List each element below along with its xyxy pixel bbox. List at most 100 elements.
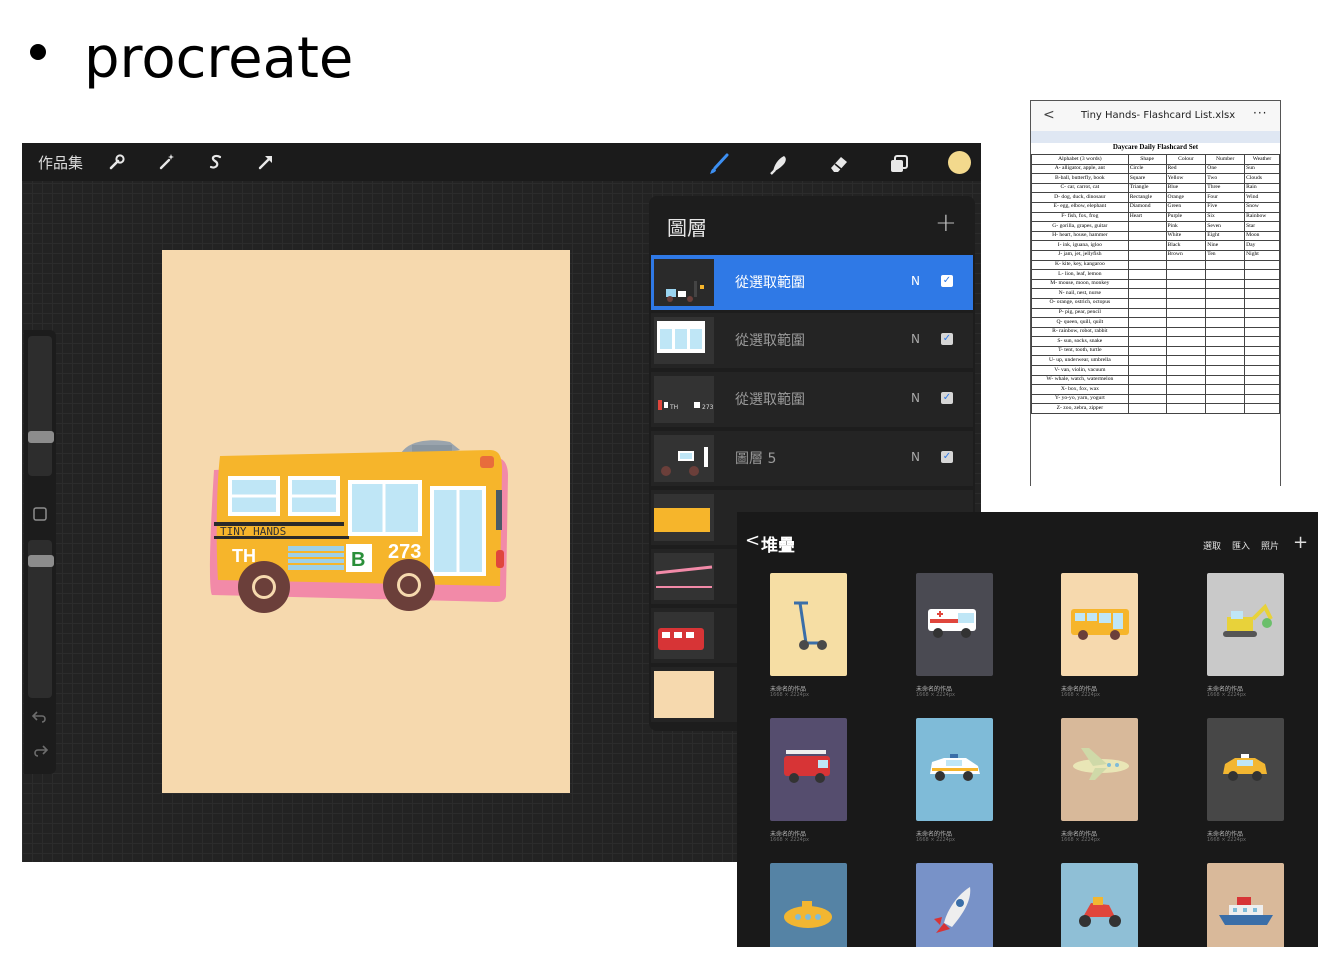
- artwork-thumbnail[interactable]: [1207, 573, 1284, 676]
- back-icon[interactable]: <: [745, 530, 760, 551]
- table-cell: [1244, 345, 1280, 357]
- layer-row[interactable]: TH 273 從選取範圍 N ✓: [651, 372, 973, 427]
- table-row: X- box, fox, wax: [1031, 384, 1280, 395]
- layer-visibility-checkbox[interactable]: ✓: [941, 392, 953, 404]
- layer-visibility-checkbox[interactable]: ✓: [941, 333, 953, 345]
- smudge-icon[interactable]: [768, 153, 788, 179]
- artwork-thumbnail[interactable]: [770, 718, 847, 821]
- layer-row[interactable]: 從選取範圍 N ✓: [651, 313, 973, 368]
- artwork-size: 1668 × 2224px: [916, 837, 955, 843]
- layer-thumbnail: TH 273: [654, 376, 714, 423]
- opacity-knob[interactable]: [28, 555, 54, 567]
- artwork-thumbnail[interactable]: [1061, 863, 1138, 947]
- color-swatch[interactable]: [948, 151, 971, 174]
- table-cell: [1205, 259, 1246, 271]
- layer-row[interactable]: 圖層 5 N ✓: [651, 431, 973, 486]
- table-cell: [1244, 336, 1280, 347]
- sheet-caption: Daycare Daily Flashcard Set: [1112, 143, 1199, 151]
- fire-truck-icon: [784, 750, 830, 783]
- table-cell: White: [1165, 230, 1207, 242]
- table-row: V- van, violin, vacuum: [1031, 365, 1280, 376]
- artwork-thumbnail[interactable]: [1061, 718, 1138, 821]
- table-cell: Five: [1205, 201, 1246, 213]
- table-cell: [1244, 288, 1280, 299]
- layers-icon[interactable]: [888, 153, 908, 179]
- select-button[interactable]: 選取: [1203, 539, 1221, 552]
- table-row: O- orange, ostrich, octopus: [1031, 297, 1280, 309]
- transform-arrow-icon[interactable]: [256, 153, 276, 175]
- table-cell: Blue: [1165, 182, 1207, 194]
- table-cell: K- kite, key, kangaroo: [1031, 259, 1129, 271]
- table-cell: Yellow: [1165, 173, 1207, 184]
- bus-illustration: TINY HANDS TH B 273: [209, 440, 508, 613]
- artwork-thumbnail[interactable]: [770, 863, 847, 947]
- table-cell: I- ink, iguana, igloo: [1031, 240, 1129, 251]
- modify-square-button[interactable]: [24, 506, 56, 526]
- selection-icon[interactable]: [206, 153, 226, 175]
- add-artwork-button[interactable]: +: [1293, 532, 1308, 553]
- magic-wand-icon[interactable]: [157, 153, 177, 175]
- artwork-thumbnail[interactable]: [1207, 863, 1284, 947]
- artwork-size: 1668 × 2224px: [770, 692, 809, 698]
- table-cell: [1165, 345, 1207, 357]
- table-cell: [1205, 403, 1246, 415]
- layer-visibility-checkbox[interactable]: ✓: [941, 275, 953, 287]
- bus-initials-text: TH: [232, 546, 256, 566]
- brush-icon[interactable]: [708, 153, 729, 179]
- table-cell: T- tent, tooth, turtle: [1031, 345, 1129, 357]
- artwork-size: 1668 × 2224px: [916, 692, 955, 698]
- back-icon[interactable]: <: [1043, 107, 1055, 123]
- table-cell: [1127, 230, 1167, 242]
- import-button[interactable]: 匯入: [1232, 539, 1250, 552]
- table-cell: [1244, 307, 1280, 319]
- table-cell: [1127, 249, 1167, 261]
- blend-mode[interactable]: N: [911, 391, 920, 405]
- table-cell: [1244, 259, 1280, 271]
- table-cell: [1205, 288, 1246, 299]
- table-cell: [1205, 326, 1246, 338]
- table-cell: [1244, 355, 1280, 367]
- table-cell: [1165, 288, 1207, 299]
- artwork-thumbnail[interactable]: [916, 573, 993, 676]
- table-header-row: Alphabet (3 words) Shape Colour Number Weath…: [1031, 154, 1280, 165]
- eraser-icon[interactable]: [828, 153, 848, 179]
- table-cell: [1205, 336, 1246, 347]
- table-cell: [1244, 365, 1280, 376]
- add-layer-button[interactable]: +: [935, 208, 957, 238]
- redo-icon[interactable]: [24, 744, 56, 762]
- photo-button[interactable]: 照片: [1261, 539, 1279, 552]
- table-row: N- nail, nest, nurse: [1031, 288, 1280, 299]
- artwork-thumbnail[interactable]: [916, 863, 993, 947]
- ambulance-icon: [928, 609, 976, 638]
- artwork-thumbnail[interactable]: [770, 573, 847, 676]
- table-cell: [1205, 278, 1246, 290]
- table-cell: X- box, fox, wax: [1031, 384, 1129, 395]
- table-cell: J- jam, jet, jellyfish: [1031, 249, 1129, 261]
- layer-row[interactable]: 從選取範圍 N ✓: [651, 255, 973, 310]
- blend-mode[interactable]: N: [911, 274, 920, 288]
- layer-visibility-checkbox[interactable]: ✓: [941, 451, 953, 463]
- brush-size-slider[interactable]: [28, 336, 52, 476]
- table-cell: [1244, 278, 1280, 290]
- table-header-cell: Weather: [1244, 154, 1280, 165]
- brush-size-knob[interactable]: [28, 431, 54, 443]
- more-icon[interactable]: ···: [1253, 106, 1267, 120]
- table-cell: P- pig, pear, pencil: [1031, 307, 1129, 319]
- artwork-thumbnail[interactable]: [1061, 573, 1138, 676]
- table-header-cell: Alphabet (3 words): [1031, 154, 1129, 165]
- table-cell: Rain: [1244, 182, 1280, 194]
- blend-mode[interactable]: N: [911, 450, 920, 464]
- rocket-icon: [934, 887, 971, 933]
- layer-thumbnail: [654, 494, 714, 541]
- wrench-icon[interactable]: [107, 153, 127, 175]
- gallery-button[interactable]: 作品集: [38, 152, 83, 173]
- layer-thumbnail: [654, 317, 714, 364]
- artwork-size: 1668 × 2224px: [1061, 692, 1100, 698]
- artboard[interactable]: TINY HANDS TH B 273: [162, 250, 570, 793]
- artwork-thumbnail[interactable]: [916, 718, 993, 821]
- undo-icon[interactable]: [24, 710, 56, 728]
- blend-mode[interactable]: N: [911, 332, 920, 346]
- table-cell: Nine: [1205, 240, 1246, 251]
- table-cell: [1127, 221, 1167, 232]
- artwork-thumbnail[interactable]: [1207, 718, 1284, 821]
